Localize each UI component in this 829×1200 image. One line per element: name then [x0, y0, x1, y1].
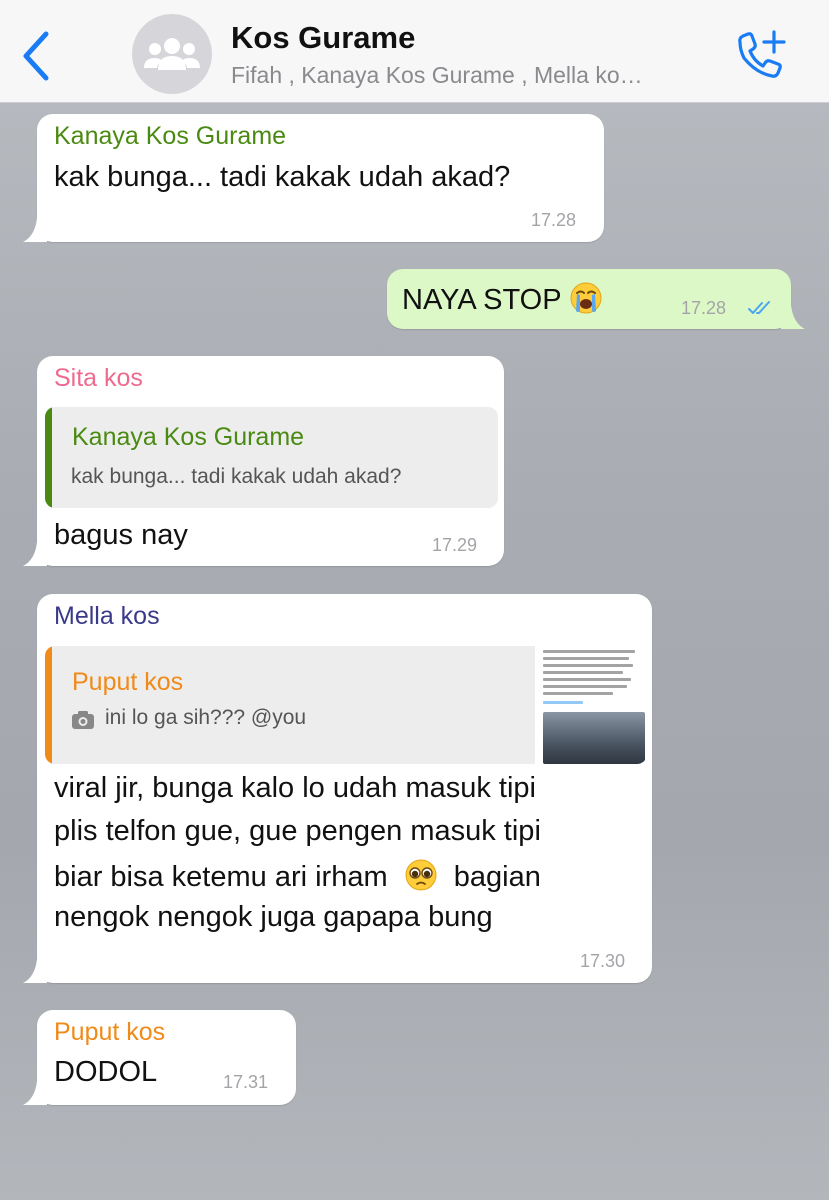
message-line-start: biar bisa ketemu ari irham	[54, 861, 388, 893]
chat-title: Kos Gurame	[231, 20, 416, 55]
add-call-icon	[738, 30, 786, 78]
message-time: 17.31	[223, 1072, 269, 1092]
quoted-sender: Kanaya Kos Gurame	[72, 423, 305, 451]
message-text: DODOL	[54, 1056, 158, 1088]
message-line: viral jir, bunga kalo lo udah masuk tipi	[54, 772, 536, 804]
double-check-icon	[748, 301, 770, 314]
participants-list: Fifah , Kanaya Kos Gurame , Mella ko…	[231, 62, 643, 88]
sender-name[interactable]: Mella kos	[54, 602, 160, 631]
bubble-tail	[23, 542, 47, 566]
quoted-sender: Puput kos	[72, 668, 184, 696]
message-bubble-outgoing[interactable]: NAYA STOP 17.28	[387, 269, 805, 329]
message-line: biar bisa ketemu ari irham bagian	[54, 858, 541, 894]
quoted-text: ini lo ga sih??? @you	[105, 706, 307, 729]
message-bubble[interactable]: Mella kos Puput kos ini lo ga sih??? @yo…	[23, 594, 652, 983]
message-line: plis telfon gue, gue pengen masuk tipi	[54, 815, 541, 847]
sender-name[interactable]: Puput kos	[54, 1018, 165, 1047]
message-text: bagus nay	[54, 519, 188, 551]
add-call-button[interactable]	[730, 28, 790, 84]
message-text-content: NAYA STOP	[402, 284, 562, 316]
message-time: 17.30	[580, 951, 626, 971]
message-bubble[interactable]: Puput kos DODOL 17.31	[23, 1010, 296, 1105]
message-time: 17.28	[681, 298, 727, 318]
bubble-tail	[781, 305, 805, 329]
group-avatar[interactable]	[132, 14, 212, 94]
bubble-tail	[23, 959, 47, 983]
thumbnail-photo	[543, 712, 645, 764]
quoted-image-thumbnail[interactable]	[535, 646, 647, 764]
quoted-message[interactable]: Kanaya Kos Gurame kak bunga... tadi kaka…	[45, 407, 498, 508]
bubble-tail	[23, 1081, 47, 1105]
message-text: NAYA STOP	[402, 281, 603, 317]
camera-icon	[72, 711, 94, 729]
loudly-crying-face-icon	[570, 282, 602, 314]
group-info[interactable]: Kos Gurame Fifah , Kanaya Kos Gurame , M…	[231, 18, 721, 92]
message-time: 17.28	[531, 210, 577, 230]
group-icon	[144, 38, 200, 70]
quoted-message[interactable]: Puput kos ini lo ga sih??? @you	[45, 646, 647, 764]
back-button[interactable]	[14, 26, 58, 86]
chevron-left-icon	[23, 31, 49, 81]
quoted-text: kak bunga... tadi kakak udah akad?	[71, 465, 402, 488]
quote-bar	[45, 407, 52, 508]
sender-name[interactable]: Sita kos	[54, 364, 143, 393]
message-line: nengok nengok juga gapapa bung	[54, 901, 493, 933]
message-text: kak bunga... tadi kakak udah akad?	[54, 161, 511, 193]
bubble-tail	[23, 218, 47, 242]
pleading-face-icon	[405, 859, 437, 891]
sender-name[interactable]: Kanaya Kos Gurame	[54, 122, 286, 151]
message-line-end: bagian	[453, 861, 541, 893]
message-bubble[interactable]: Sita kos Kanaya Kos Gurame kak bunga... …	[23, 356, 504, 566]
quote-bar	[45, 646, 52, 764]
message-time: 17.29	[432, 535, 478, 555]
message-bubble[interactable]: Kanaya Kos Gurame kak bunga... tadi kaka…	[23, 114, 604, 242]
chat-header: Kos Gurame Fifah , Kanaya Kos Gurame , M…	[0, 0, 829, 103]
